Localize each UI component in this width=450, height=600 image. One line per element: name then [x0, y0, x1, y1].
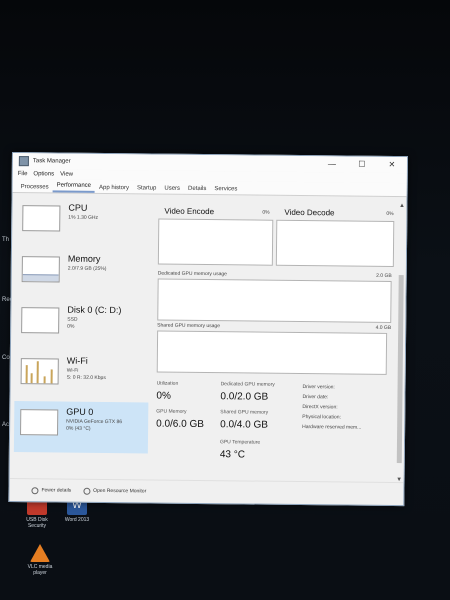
sidebar-item-cpu[interactable]: CPU 1% 1.30 GHz: [16, 197, 151, 249]
desktop-label-fragment: Th: [2, 237, 10, 243]
video-encode-label[interactable]: Video Encode: [164, 207, 214, 217]
video-encode-graph: [157, 218, 274, 266]
chevron-up-circle-icon: [31, 486, 39, 494]
shared-memory-label: Shared GPU memory: [220, 409, 269, 416]
sidebar-item-label: GPU 0: [66, 406, 94, 417]
sidebar-item-sub: S: 0 R: 32.0 Kbps: [66, 374, 106, 381]
menu-options[interactable]: Options: [33, 171, 54, 177]
tab-details[interactable]: Details: [184, 186, 210, 194]
dedicated-memory-value: 0.0/2.0 GB: [220, 391, 269, 403]
scrollbar[interactable]: ▲ ▼: [394, 203, 407, 484]
performance-sidebar: CPU 1% 1.30 GHz Memory 2.0/7.9 GB (25%) …: [13, 197, 151, 480]
tab-bar: Processes Performance App history Startu…: [12, 179, 407, 198]
fewer-details-button[interactable]: Fewer details: [31, 486, 72, 494]
sidebar-item-label: Memory: [67, 253, 101, 264]
gpu-memory-label: GPU Memory: [156, 408, 187, 415]
tab-users[interactable]: Users: [160, 186, 184, 194]
tab-processes[interactable]: Processes: [17, 184, 53, 192]
dedicated-usage-label: Dedicated GPU memory usage: [157, 270, 227, 278]
menu-file[interactable]: File: [18, 171, 28, 177]
detail-driver-version: Driver version:: [302, 384, 335, 391]
video-decode-label[interactable]: Video Decode: [284, 208, 334, 218]
shared-usage-label: Shared GPU memory usage: [157, 322, 221, 330]
resource-monitor-icon: [83, 487, 91, 495]
sidebar-item-sub: 0%: [67, 323, 75, 330]
menu-view[interactable]: View: [60, 172, 73, 178]
sidebar-item-sub: 0% (43 °C): [66, 425, 91, 432]
footer-bar: Fewer details Open Resource Monitor: [9, 477, 404, 506]
sidebar-item-label: CPU: [68, 202, 88, 213]
fewer-details-label: Fewer details: [41, 487, 72, 494]
disk-mini-graph: [21, 307, 60, 334]
sidebar-item-memory[interactable]: Memory 2.0/7.9 GB (25%): [15, 248, 150, 300]
close-button[interactable]: ✕: [377, 157, 407, 173]
dedicated-usage-max: 2.0 GB: [376, 272, 392, 279]
gpu-temperature-value: 43 °C: [219, 449, 246, 461]
dedicated-usage-graph: [157, 278, 392, 323]
sidebar-item-gpu[interactable]: GPU 0 NVIDIA GeForce GTX 86 0% (43 °C): [13, 401, 149, 454]
sidebar-item-sub: 1% 1.30 GHz: [68, 214, 99, 221]
desktop-icon-vlc[interactable]: VLC media player: [22, 544, 58, 576]
dedicated-memory-label: Dedicated GPU memory: [220, 381, 275, 388]
cpu-mini-graph: [22, 205, 61, 232]
sidebar-item-disk[interactable]: Disk 0 (C: D:) SSD 0%: [15, 299, 150, 351]
scrollbar-thumb[interactable]: [396, 275, 404, 464]
utilization-value: 0%: [156, 390, 171, 402]
open-resource-monitor-link[interactable]: Open Resource Monitor: [83, 487, 146, 495]
sidebar-item-wifi[interactable]: Wi-Fi Wi-Fi S: 0 R: 32.0 Kbps: [14, 350, 149, 402]
sidebar-item-label: Disk 0 (C: D:): [67, 304, 122, 316]
shared-usage-graph: [156, 330, 388, 375]
utilization-label: Utilization: [156, 380, 179, 387]
tab-startup[interactable]: Startup: [133, 185, 160, 193]
desktop-icon-label: Word 2013: [64, 517, 90, 523]
tab-app-history[interactable]: App history: [95, 185, 133, 193]
desktop-icon-label: VLC media player: [27, 564, 53, 576]
minimize-button[interactable]: —: [317, 156, 347, 172]
gpu-detail-list: Driver version: Driver date: DirectX ver…: [302, 382, 362, 433]
tab-services[interactable]: Services: [210, 186, 241, 194]
detail-driver-date: Driver date:: [302, 394, 329, 401]
desktop-icon-label: USB Disk Security: [26, 517, 48, 529]
detail-hardware-reserved: Hardware reserved mem...: [302, 424, 362, 431]
memory-mini-graph: [21, 256, 60, 283]
maximize-button[interactable]: ☐: [347, 157, 377, 173]
task-manager-window: Task Manager — ☐ ✕ File Options View Pro…: [8, 152, 408, 507]
detail-directx-version: DirectX version:: [302, 404, 338, 411]
wifi-mini-graph: [20, 358, 59, 385]
gpu-mini-graph: [20, 409, 59, 436]
task-manager-icon: [18, 156, 29, 167]
resource-monitor-label: Open Resource Monitor: [93, 487, 147, 495]
chevron-up-icon[interactable]: ▲: [397, 203, 406, 209]
video-decode-graph: [275, 219, 395, 268]
video-decode-percent: 0%: [386, 210, 394, 217]
window-title: Task Manager: [32, 158, 71, 165]
shared-usage-max: 4.0 GB: [375, 324, 392, 331]
sidebar-item-label: Wi-Fi: [66, 355, 88, 366]
gpu-memory-value: 0.0/6.0 GB: [156, 418, 205, 431]
sidebar-item-sub: 2.0/7.9 GB (25%): [67, 265, 107, 272]
tab-performance[interactable]: Performance: [52, 182, 96, 193]
shared-memory-value: 0.0/4.0 GB: [220, 419, 269, 431]
gpu-detail-panel: Video Encode 0% Video Decode 0% Dedicate…: [156, 199, 397, 483]
gpu-temperature-label: GPU Temperature: [219, 439, 261, 446]
video-encode-percent: 0%: [262, 209, 270, 216]
detail-physical-location: Physical location:: [302, 414, 341, 421]
vlc-cone-icon: [30, 544, 50, 562]
